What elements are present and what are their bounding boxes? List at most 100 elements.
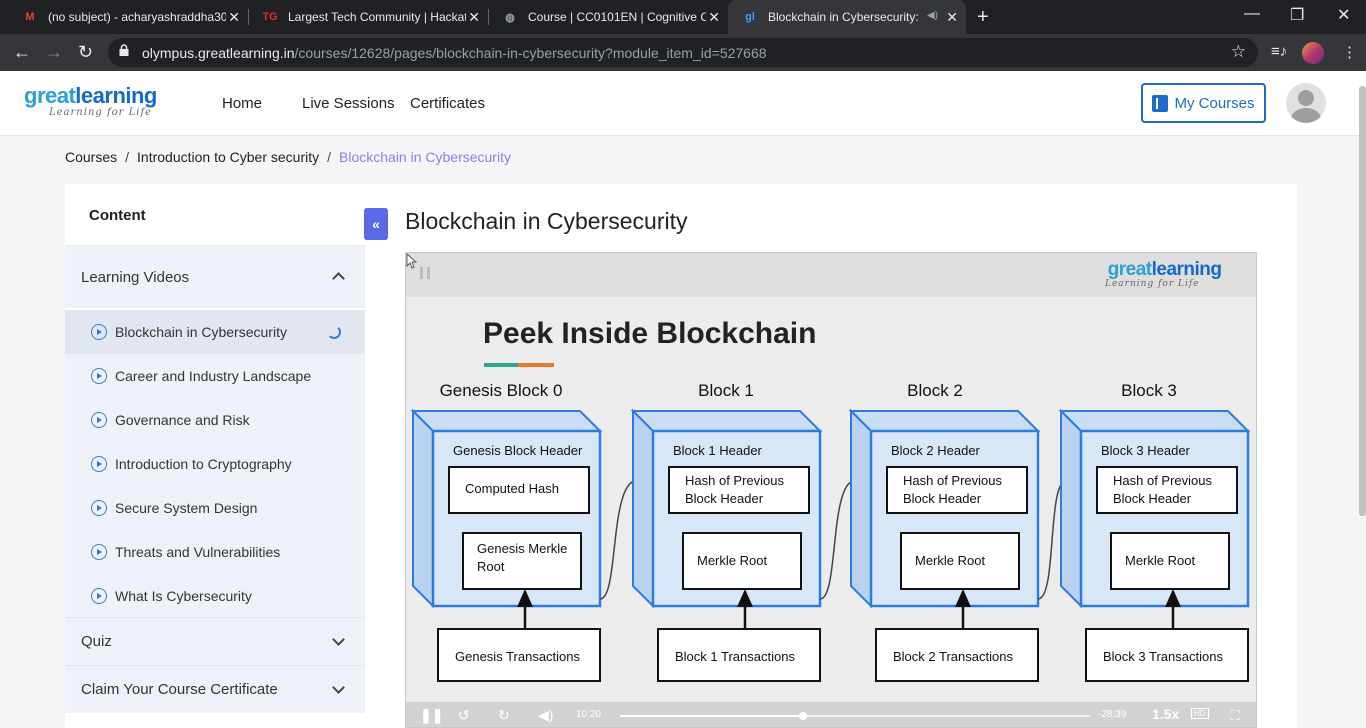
play-circle-icon: [91, 412, 107, 428]
play-circle-icon: [91, 324, 107, 340]
speaker-icon: ◀): [926, 10, 938, 21]
block-box-top: [630, 410, 823, 432]
block-box-side: [632, 408, 654, 609]
volume-icon[interactable]: ◀): [538, 707, 553, 724]
block-header-text: Block 2 Header: [891, 443, 981, 458]
site-header: greatlearning Learning for Life Home Liv…: [0, 71, 1366, 136]
new-tab-button[interactable]: +: [977, 6, 989, 29]
merkle-root-text: Merkle Root: [915, 553, 985, 568]
hd-icon[interactable]: HD: [1191, 708, 1209, 719]
block-header-text: Genesis Block Header: [453, 443, 583, 458]
nav-certificates[interactable]: Certificates: [410, 95, 485, 112]
bookmark-star-icon[interactable]: ☆: [1231, 42, 1246, 62]
browser-tab-blockchain[interactable]: gl Blockchain in Cybersecurity: | ◀) ✕: [728, 0, 966, 34]
nav-home[interactable]: Home: [222, 95, 262, 112]
menu-kebab-icon[interactable]: ⋮: [1342, 43, 1357, 61]
sidebar-video-what-is[interactable]: What Is Cybersecurity: [65, 574, 365, 618]
transactions-text: Block 3 Transactions: [1103, 649, 1223, 664]
video-label: Blockchain in Cybersecurity: [115, 324, 287, 340]
collapse-sidebar-button[interactable]: «: [364, 208, 388, 240]
certificate-toggle[interactable]: Claim Your Course Certificate: [65, 665, 365, 713]
sidebar-video-blockchain[interactable]: Blockchain in Cybersecurity: [65, 310, 365, 354]
browser-tab-gmail[interactable]: M (no subject) - acharyashraddha30 ✕: [8, 0, 248, 34]
reload-icon[interactable]: ↻: [78, 42, 93, 63]
close-tab-icon[interactable]: ✕: [468, 9, 480, 26]
greatlearning-logo[interactable]: greatlearning Learning for Life: [24, 83, 157, 119]
play-circle-icon: [91, 500, 107, 516]
close-tab-icon[interactable]: ✕: [708, 9, 720, 26]
learning-videos-toggle[interactable]: Learning Videos: [65, 246, 365, 308]
double-chevron-left-icon: «: [372, 216, 380, 232]
sidebar-video-governance[interactable]: Governance and Risk: [65, 398, 365, 442]
address-bar[interactable]: olympus.greatlearning.in/courses/12628/p…: [108, 38, 1258, 67]
fullscreen-icon[interactable]: ⛶: [1230, 707, 1240, 724]
browser-tab-course[interactable]: ◍ Course | CC0101EN | Cognitive C ✕: [488, 0, 728, 34]
video-label: Governance and Risk: [115, 412, 250, 428]
sidebar-video-threats[interactable]: Threats and Vulnerabilities: [65, 530, 365, 574]
pause-button[interactable]: ❚❚: [420, 707, 443, 724]
playback-speed-button[interactable]: 1.5x: [1152, 706, 1179, 722]
video-controls: ❚❚ ↺ ↻ ◀) 10:20 -28:39 1.5x HD ⛶: [406, 702, 1256, 727]
video-player[interactable]: greatlearning Learning for Life Peek Ins…: [405, 252, 1257, 728]
close-tab-icon[interactable]: ✕: [228, 9, 240, 26]
transactions-text: Block 1 Transactions: [675, 649, 795, 664]
back-icon[interactable]: ←: [13, 42, 31, 63]
loading-spinner-icon: [327, 325, 341, 339]
block-box-top: [410, 410, 603, 432]
breadcrumb-courses[interactable]: Courses: [65, 149, 117, 165]
logo-text-learning: learning: [75, 83, 157, 108]
chevron-down-icon: [332, 681, 345, 694]
media-control-icon[interactable]: ≡♪: [1271, 43, 1287, 60]
play-circle-icon: [91, 588, 107, 604]
forward-icon[interactable]: ↻: [498, 707, 510, 724]
quiz-label: Quiz: [81, 633, 112, 650]
block-box-side: [412, 408, 434, 609]
my-courses-button[interactable]: My Courses: [1141, 83, 1266, 123]
browser-tab-bar: M (no subject) - acharyashraddha30 ✕ TG …: [0, 0, 1366, 34]
profile-avatar[interactable]: [1302, 42, 1324, 64]
minimize-icon[interactable]: —: [1244, 5, 1260, 23]
url-domain: olympus.greatlearning.in: [142, 45, 295, 61]
forward-icon[interactable]: →: [45, 42, 63, 63]
video-label: Threats and Vulnerabilities: [115, 544, 281, 560]
my-courses-label: My Courses: [1174, 94, 1255, 112]
url-text: olympus.greatlearning.in/courses/12628/p…: [142, 45, 767, 61]
book-icon: [1152, 94, 1169, 112]
learning-videos-label: Learning Videos: [81, 269, 190, 286]
tab-title: Largest Tech Community | Hackat: [288, 10, 466, 24]
video-seek-bar[interactable]: [620, 712, 1090, 720]
content-label: Content: [89, 207, 146, 224]
rewind-icon[interactable]: ↺: [458, 707, 470, 724]
transactions-text: Genesis Transactions: [455, 649, 581, 664]
close-tab-icon[interactable]: ✕: [946, 9, 958, 26]
breadcrumb-course[interactable]: Introduction to Cyber security: [137, 149, 319, 165]
nav-live-sessions[interactable]: Live Sessions: [302, 95, 395, 112]
logo-text-great: great: [24, 83, 76, 108]
block-box-side: [1060, 408, 1082, 609]
video-label: Career and Industry Landscape: [115, 368, 312, 384]
page-scrollbar[interactable]: [1359, 86, 1366, 516]
sidebar-video-cryptography[interactable]: Introduction to Cryptography: [65, 442, 365, 486]
block-header-text: Block 1 Header: [673, 443, 763, 458]
techgig-icon: TG: [262, 11, 278, 23]
maximize-icon[interactable]: ❐: [1290, 5, 1304, 25]
block-top-box-text: Computed Hash: [465, 481, 559, 496]
transactions-text: Block 2 Transactions: [893, 649, 1013, 664]
user-avatar[interactable]: [1286, 83, 1326, 123]
play-circle-icon: [91, 544, 107, 560]
close-window-icon[interactable]: ✕: [1337, 5, 1350, 25]
video-label: What Is Cybersecurity: [115, 588, 252, 604]
browser-tab-techgig[interactable]: TG Largest Tech Community | Hackat ✕: [248, 0, 488, 34]
certificate-label: Claim Your Course Certificate: [81, 681, 278, 698]
play-circle-icon: [91, 456, 107, 472]
tab-title: Blockchain in Cybersecurity: |: [768, 10, 918, 24]
blockchain-diagram: Genesis Block Header Computed Hash Genesis…: [410, 408, 1251, 682]
mouse-cursor-icon: [406, 253, 418, 269]
video-label: Introduction to Cryptography: [115, 456, 292, 472]
quiz-toggle[interactable]: Quiz: [65, 617, 365, 665]
chevron-up-icon: [332, 272, 345, 285]
url-path: /courses/12628/pages/blockchain-in-cyber…: [294, 45, 767, 61]
sidebar-video-secure-design[interactable]: Secure System Design: [65, 486, 365, 530]
seek-knob[interactable]: [799, 712, 808, 720]
sidebar-video-career[interactable]: Career and Industry Landscape: [65, 354, 365, 398]
